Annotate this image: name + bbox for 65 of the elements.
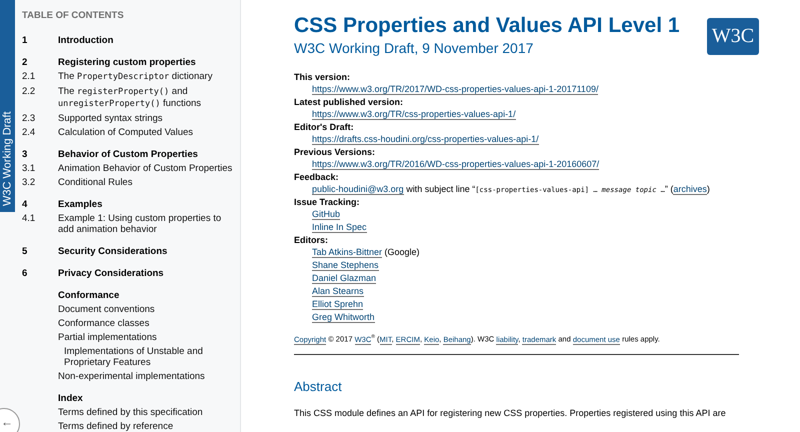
link[interactable]: https://www.w3.org/TR/2016/WD-css-properties-values-api-1-20160607/ xyxy=(312,159,600,170)
link[interactable]: Greg Whitworth xyxy=(312,312,375,323)
link[interactable]: Alan Stearns xyxy=(312,286,364,297)
toc-link[interactable]: Registering custom properties xyxy=(58,57,238,68)
metadata-label: Previous Versions: xyxy=(294,147,376,157)
toc-link[interactable]: Partial implementations xyxy=(58,332,238,343)
metadata-label: Editors: xyxy=(294,235,330,245)
abstract-text: This CSS module defines an API for registering new CSS properties. Properties registered using this API are xyxy=(294,408,727,418)
toc-link[interactable]: Terms defined by reference xyxy=(58,421,238,432)
toc-link[interactable]: Non-experimental implementations xyxy=(58,371,238,382)
metadata-label: This version: xyxy=(294,72,352,82)
link[interactable]: https://drafts.css-houdini.org/css-properties-values-api-1/ xyxy=(312,134,539,145)
section-number: 2.2 xyxy=(22,86,36,97)
link[interactable]: Elliot Sprehn xyxy=(312,299,364,310)
link[interactable]: Inline In Spec xyxy=(312,222,367,233)
link[interactable]: Tab Atkins-Bittner xyxy=(312,247,382,258)
metadata-label: Latest published version: xyxy=(294,97,404,107)
toc-link[interactable]: Animation Behavior of Custom Properties xyxy=(58,163,238,174)
toc-heading: TABLE OF CONTENTS xyxy=(22,10,125,21)
logo[interactable]: W3C xyxy=(707,18,759,55)
section-number: 6 xyxy=(22,268,28,279)
link[interactable]: archives xyxy=(673,184,707,195)
section-number: 1 xyxy=(22,35,28,46)
link[interactable]: https://www.w3.org/TR/css-properties-values-api-1/ xyxy=(312,109,516,120)
toc-link[interactable]: Conformance classes xyxy=(58,318,238,329)
toc-link[interactable]: The registerProperty() and unregisterProperty() functions xyxy=(58,86,238,110)
section-number: 5 xyxy=(22,246,28,257)
metadata-label: Editor's Draft: xyxy=(294,122,355,132)
document-subtitle: W3C Working Draft, 9 November 2017 xyxy=(294,40,534,56)
toc-link[interactable]: Security Considerations xyxy=(58,246,238,257)
section-number: 4.1 xyxy=(22,213,36,224)
toc-link[interactable]: Privacy Considerations xyxy=(58,268,238,279)
toc-link[interactable]: Document conventions xyxy=(58,304,238,315)
toc-link[interactable]: Terms defined by this specification xyxy=(58,407,238,418)
section-number: 2.1 xyxy=(22,71,36,82)
toc-link[interactable]: Example 1: Using custom properties to add animation behavior xyxy=(58,213,238,235)
toc-link[interactable]: Introduction xyxy=(58,35,238,46)
section-number: 2.3 xyxy=(22,113,36,124)
section-number: 3.2 xyxy=(22,177,36,188)
toc-link[interactable]: Conditional Rules xyxy=(58,177,238,188)
section-heading: Abstract xyxy=(294,378,343,394)
section-number: 3.1 xyxy=(22,163,36,174)
section-number: 4 xyxy=(22,199,28,210)
toc-link[interactable]: Calculation of Computed Values xyxy=(58,127,238,138)
status-label: W3C Working Draft xyxy=(0,0,15,212)
metadata-value: Tab Atkins-Bittner (Google) xyxy=(312,247,421,257)
toc-link[interactable]: Conformance xyxy=(58,290,238,301)
metadata-label: Feedback: xyxy=(294,172,340,182)
back-button[interactable]: ← xyxy=(0,408,20,432)
link[interactable]: Daniel Glazman xyxy=(312,273,376,284)
link[interactable]: public-houdini@w3.org xyxy=(312,184,404,195)
link[interactable]: GitHub xyxy=(312,209,340,220)
link[interactable]: https://www.w3.org/TR/2017/WD-css-properties-values-api-1-20171109/ xyxy=(312,84,598,95)
toc-link[interactable]: Implementations of Unstable and Proprietary Features xyxy=(58,346,238,368)
metadata-label: Issue Tracking: xyxy=(294,197,361,207)
toc-link[interactable]: Supported syntax strings xyxy=(58,113,238,124)
section-number: 2 xyxy=(22,57,28,68)
toc-link[interactable]: Index xyxy=(58,393,238,404)
section-number: 3 xyxy=(22,149,28,160)
link[interactable]: Shane Stephens xyxy=(312,260,379,271)
document-title: CSS Properties and Values API Level 1 xyxy=(294,14,680,38)
toc-link[interactable]: Behavior of Custom Properties xyxy=(58,149,238,160)
toc-link[interactable]: The PropertyDescriptor dictionary xyxy=(58,71,238,83)
section-number: 2.4 xyxy=(22,127,36,138)
toc-link[interactable]: Examples xyxy=(58,199,238,210)
